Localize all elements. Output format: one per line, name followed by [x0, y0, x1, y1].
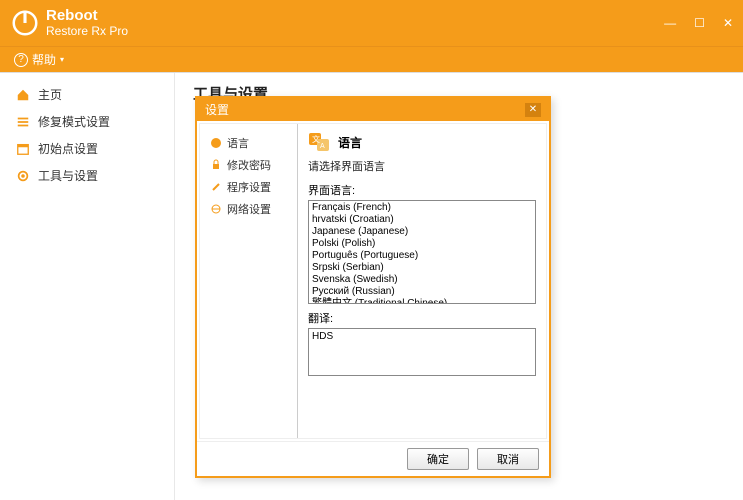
content-header: 文A 语言: [308, 132, 536, 152]
dialog-nav-password[interactable]: 修改密码: [200, 154, 297, 176]
language-option[interactable]: hrvatski (Croatian): [309, 214, 535, 226]
sidebar-item-baseline[interactable]: 初始点设置: [0, 135, 174, 162]
help-bar: ? 帮助 ▾: [0, 46, 743, 72]
dropdown-icon[interactable]: ▾: [60, 55, 64, 64]
language-option[interactable]: Português (Portuguese): [309, 250, 535, 262]
dialog-content: 文A 语言 请选择界面语言 界面语言: Français (French)hrv…: [298, 124, 546, 438]
dialog-nav-label: 修改密码: [227, 157, 271, 173]
dialog-nav-label: 程序设置: [227, 179, 271, 195]
window-controls: — ☐ ✕: [664, 16, 733, 30]
app-title-line2: Restore Rx Pro: [46, 25, 128, 38]
close-button[interactable]: ✕: [723, 16, 733, 30]
dialog-nav-label: 语言: [227, 135, 249, 151]
help-label[interactable]: 帮助: [32, 51, 56, 68]
maximize-button[interactable]: ☐: [694, 16, 705, 30]
dialog-nav-network[interactable]: 网络设置: [200, 198, 297, 220]
translator-box: HDS: [308, 328, 536, 376]
dialog-title: 设置: [205, 101, 229, 118]
sidebar-item-label: 修复模式设置: [38, 113, 110, 130]
dialog-title-bar: 设置 ✕: [197, 98, 549, 121]
translate-icon: 文A: [308, 132, 330, 152]
home-icon: [16, 88, 30, 102]
settings-dialog: 设置 ✕ 语言 修改密码 程序设置 网络设置 文A: [195, 96, 551, 478]
content-subtitle: 请选择界面语言: [308, 158, 536, 174]
sidebar-item-label: 初始点设置: [38, 140, 98, 157]
language-option[interactable]: Japanese (Japanese): [309, 226, 535, 238]
lock-icon: [210, 159, 222, 171]
svg-text:A: A: [320, 143, 325, 150]
app-logo: Reboot Restore Rx Pro: [10, 8, 128, 38]
network-icon: [210, 203, 222, 215]
ok-button[interactable]: 确定: [407, 448, 469, 470]
sidebar-item-tools-settings[interactable]: 工具与设置: [0, 162, 174, 189]
sidebar-item-label: 工具与设置: [38, 167, 98, 184]
language-option[interactable]: Srpski (Serbian): [309, 262, 535, 274]
dialog-nav-label: 网络设置: [227, 201, 271, 217]
dialog-nav-program[interactable]: 程序设置: [200, 176, 297, 198]
gear-icon: [16, 169, 30, 183]
language-option[interactable]: Русский (Russian): [309, 286, 535, 298]
language-icon: [210, 137, 222, 149]
language-listbox[interactable]: Français (French)hrvatski (Croatian)Japa…: [308, 200, 536, 304]
dialog-body: 语言 修改密码 程序设置 网络设置 文A 语言 请选择界面语言: [199, 123, 547, 439]
power-icon: [10, 8, 40, 38]
translator-label: 翻译:: [308, 310, 536, 326]
content-header-label: 语言: [338, 134, 362, 151]
sidebar-item-restore-mode[interactable]: 修复模式设置: [0, 108, 174, 135]
help-icon: ?: [14, 53, 28, 67]
dialog-nav: 语言 修改密码 程序设置 网络设置: [200, 124, 298, 438]
app-title: Reboot Restore Rx Pro: [46, 8, 128, 38]
dialog-footer: 确定 取消: [197, 441, 549, 476]
minimize-button[interactable]: —: [664, 16, 676, 30]
dialog-close-button[interactable]: ✕: [525, 103, 541, 117]
sidebar-item-home[interactable]: 主页: [0, 81, 174, 108]
dialog-nav-language[interactable]: 语言: [200, 132, 297, 154]
language-option[interactable]: Polski (Polish): [309, 238, 535, 250]
cancel-button[interactable]: 取消: [477, 448, 539, 470]
translator-value: HDS: [312, 331, 333, 342]
title-bar: Reboot Restore Rx Pro — ☐ ✕: [0, 0, 743, 46]
svg-text:文: 文: [312, 134, 320, 144]
wrench-icon: [210, 181, 222, 193]
list-icon: [16, 115, 30, 129]
language-list-label: 界面语言:: [308, 182, 536, 198]
app-title-line1: Reboot: [46, 8, 128, 25]
calendar-icon: [16, 142, 30, 156]
language-option[interactable]: 繁體中文 (Traditional Chinese): [309, 298, 535, 304]
language-option[interactable]: Français (French): [309, 202, 535, 214]
sidebar: 主页 修复模式设置 初始点设置 工具与设置: [0, 73, 175, 500]
language-option[interactable]: Svenska (Swedish): [309, 274, 535, 286]
sidebar-item-label: 主页: [38, 86, 62, 103]
